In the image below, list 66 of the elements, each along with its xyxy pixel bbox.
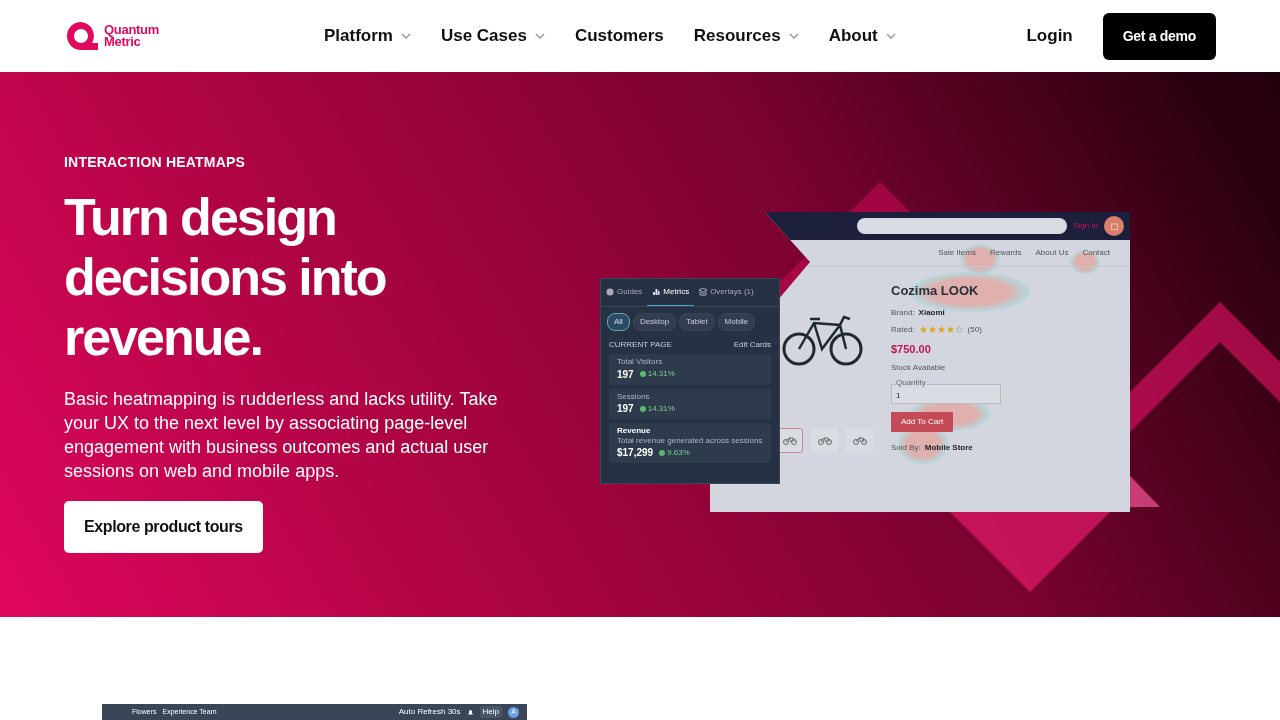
chart-icon bbox=[652, 288, 661, 296]
review-count: (50) bbox=[967, 323, 982, 336]
product-tours-button[interactable]: Explore product tours bbox=[64, 501, 263, 553]
panel-tab[interactable]: Metrics bbox=[647, 279, 695, 306]
price: $750.00 bbox=[891, 341, 932, 357]
panel-tab[interactable]: Guides bbox=[601, 279, 648, 306]
nav-link[interactable]: Use Cases bbox=[425, 23, 560, 49]
star-filled-icon: ★ bbox=[927, 324, 937, 335]
star-filled-icon: ★ bbox=[945, 324, 955, 335]
bicycle-icon bbox=[817, 436, 832, 445]
filter-pill[interactable]: Desktop bbox=[632, 313, 677, 331]
nav-link[interactable]: About bbox=[813, 23, 911, 49]
brand-name: Xiaomi bbox=[918, 306, 945, 319]
metric-title: Revenue bbox=[617, 426, 652, 436]
store-nav-link[interactable]: About Us bbox=[1035, 247, 1069, 259]
metric-title: Sessions bbox=[617, 391, 651, 402]
seller-name: Mobile Store bbox=[924, 442, 973, 454]
rated-label: Rated: bbox=[891, 323, 915, 336]
nav-link[interactable]: Resources bbox=[678, 23, 814, 49]
store-nav-link[interactable]: Rewards bbox=[989, 247, 1022, 259]
bicycle-icon bbox=[852, 436, 867, 445]
hero-description: Basic heatmapping is rudderless and lacks utility. Take your UX to the next level by associating page-level engagement with business outcomes and actual user sessions on web and mobile apps. bbox=[64, 388, 499, 483]
bicycle-icon bbox=[782, 436, 797, 445]
brand-label: Brand: bbox=[891, 306, 915, 319]
cart-button[interactable] bbox=[1104, 216, 1124, 236]
metric-change: 14.31% bbox=[647, 368, 675, 381]
product-title: Cozima LOOK bbox=[891, 282, 980, 300]
add-to-cart-button[interactable]: Add To Cart bbox=[891, 412, 954, 432]
bell-icon[interactable] bbox=[466, 708, 474, 716]
help-button[interactable]: Help bbox=[479, 706, 502, 718]
logo-icon bbox=[64, 20, 100, 52]
metric-subtitle: Total revenue generated across sessions bbox=[617, 435, 763, 446]
layers-icon bbox=[699, 288, 708, 296]
store-nav-link[interactable]: Sale Items bbox=[938, 247, 976, 259]
stock-status: Stock Available bbox=[891, 362, 947, 374]
filter-pill[interactable]: Tablet bbox=[679, 313, 715, 331]
quantity-label: Quantity bbox=[896, 379, 926, 387]
filter-pill[interactable]: Mobile bbox=[717, 313, 756, 331]
edit-cards-link[interactable]: Edit Cards bbox=[733, 339, 771, 351]
panel-tab[interactable]: Overlays (1) bbox=[694, 279, 759, 306]
search-field[interactable] bbox=[857, 218, 1068, 234]
star-filled-icon: ★ bbox=[936, 324, 946, 335]
star-empty-icon: ☆ bbox=[954, 324, 964, 335]
eyebrow-label: INTERACTION HEATMAPS bbox=[64, 153, 247, 172]
nav-link[interactable]: Platform bbox=[308, 23, 426, 49]
filter-pill[interactable]: All bbox=[607, 313, 630, 331]
metric-change: 9.63% bbox=[667, 446, 690, 459]
metric-value: $17,299 bbox=[617, 446, 654, 461]
sold-by-label: Sold By: bbox=[891, 442, 921, 454]
metric-title: Total Visitors bbox=[617, 357, 664, 367]
demo-button[interactable]: Get a demo bbox=[1102, 12, 1216, 60]
hero-heading: Turn design decisions into revenue. bbox=[64, 187, 387, 367]
metric-change: 14.31% bbox=[647, 402, 675, 415]
quantity-value: 1 bbox=[896, 391, 901, 400]
thumbnail[interactable] bbox=[846, 428, 873, 453]
logo-text[interactable]: Quantum Metric bbox=[104, 24, 159, 48]
thumbnail[interactable] bbox=[811, 428, 838, 453]
auto-refresh-control[interactable]: Auto Refresh 30s bbox=[398, 706, 461, 718]
nav-link[interactable]: Customers bbox=[559, 23, 679, 49]
store-nav-link[interactable]: Contact bbox=[1082, 247, 1110, 259]
section-label: CURRENT PAGE bbox=[609, 339, 672, 351]
star-filled-icon: ★ bbox=[918, 324, 928, 335]
bag-icon bbox=[1110, 222, 1118, 230]
metric-value: 197 bbox=[617, 402, 634, 417]
login-link[interactable]: Login bbox=[1020, 22, 1079, 50]
metric-value: 197 bbox=[617, 367, 634, 382]
